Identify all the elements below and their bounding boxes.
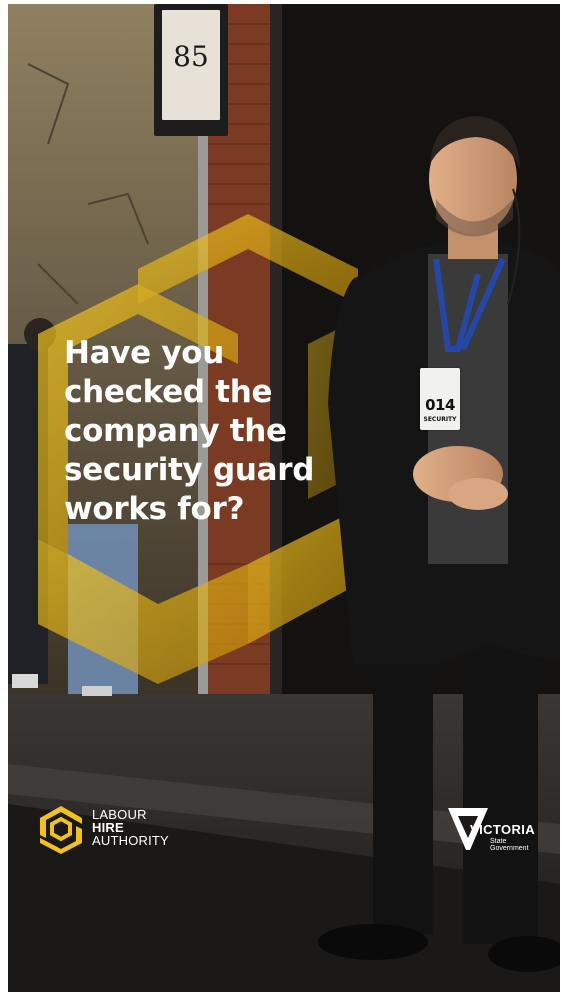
badge-number: 014 xyxy=(425,396,455,414)
address-plaque: 85 xyxy=(154,4,228,136)
headline-line: works for? xyxy=(64,491,245,527)
poster: 85 014 SECURITY Have you checked the com… xyxy=(0,0,562,996)
labour-hire-authority-logo: LABOUR HIRE AUTHORITY xyxy=(38,804,208,854)
headline-line: checked the xyxy=(64,374,273,410)
victoria-government-logo: VICTORIA State Government xyxy=(448,802,548,856)
badge-label: SECURITY xyxy=(423,416,457,423)
security-badge: 014 SECURITY xyxy=(420,368,460,430)
victoria-subtitle: State Government xyxy=(490,838,529,852)
headline: Have you checked the company the securit… xyxy=(64,334,364,529)
photo-scene: 85 014 SECURITY Have you checked the com… xyxy=(8,4,560,992)
headline-line: company the xyxy=(64,413,287,449)
address-plaque-face: 85 xyxy=(162,10,220,120)
hexagon-logo-icon xyxy=(40,806,82,854)
headline-line: security guard xyxy=(64,452,315,488)
victoria-sub-line-2: Government xyxy=(490,845,529,852)
address-number: 85 xyxy=(173,40,209,73)
labour-hire-authority-wordmark: LABOUR HIRE AUTHORITY xyxy=(92,808,169,847)
victoria-wordmark: VICTORIA xyxy=(470,822,536,837)
headline-line: Have you xyxy=(64,335,225,371)
lha-line-3: AUTHORITY xyxy=(92,833,169,848)
victoria-sub-line-1: State xyxy=(490,838,507,845)
